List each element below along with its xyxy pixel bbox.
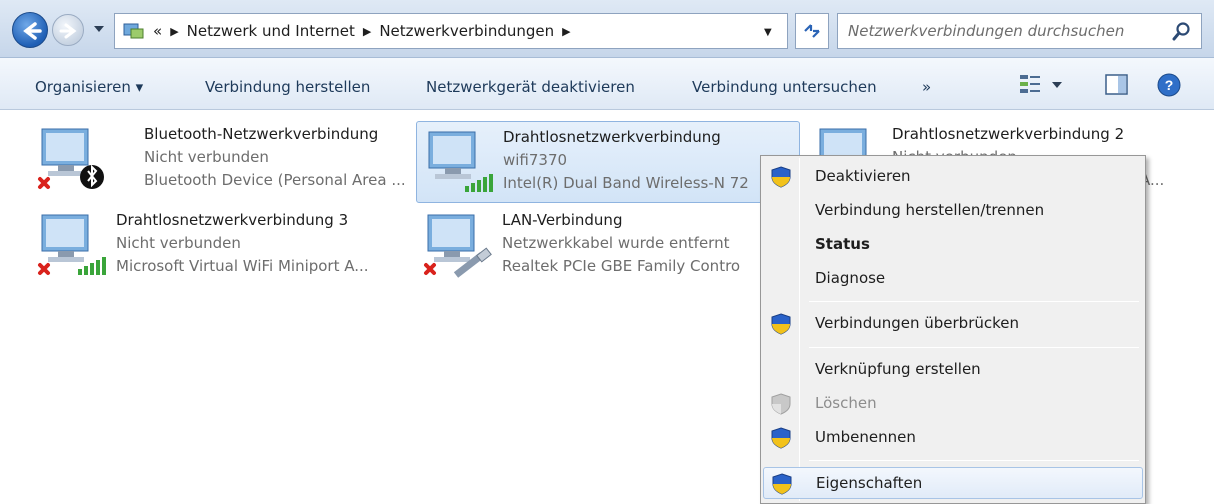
menu-separator (809, 301, 1139, 302)
forward-button[interactable] (52, 14, 84, 46)
breadcrumb-separator-icon[interactable]: ▶ (170, 25, 178, 38)
help-icon[interactable]: ? (1156, 72, 1182, 98)
context-menu: Deaktivieren Verbindung herstellen/trenn… (760, 155, 1146, 504)
menu-separator (809, 460, 1139, 461)
connection-status: wifi7370 (503, 151, 568, 169)
organize-button[interactable]: Organisieren ▾ (35, 78, 143, 96)
connection-device: Bluetooth Device (Personal Area ... (144, 171, 406, 189)
menu-item-label: Verbindung herstellen/trennen (815, 201, 1045, 219)
menu-item-status[interactable]: Status (763, 229, 1143, 261)
menu-item-umbenennen[interactable]: Umbenennen (763, 422, 1143, 454)
disable-device-button[interactable]: Netzwerkgerät deaktivieren (426, 78, 635, 96)
forward-arrow-icon (59, 23, 77, 39)
connection-device: Microsoft Virtual WiFi Miniport A... (116, 257, 369, 275)
command-bar: Organisieren ▾ Verbindung herstellen Net… (0, 58, 1214, 110)
menu-item-label: Diagnose (815, 269, 886, 287)
view-options-icon[interactable] (1018, 72, 1070, 98)
breadcrumb-network-connections[interactable]: Netzwerkverbindungen (379, 22, 554, 40)
menu-item-label: Löschen (815, 394, 877, 412)
connection-status: Nicht verbunden (116, 234, 241, 252)
connection-device: Intel(R) Dual Band Wireless-N 72 (503, 174, 749, 192)
search-input[interactable]: Netzwerkverbindungen durchsuchen (837, 13, 1202, 49)
uac-shield-icon (771, 427, 791, 449)
uac-shield-icon (771, 166, 791, 188)
menu-item-label: Verknüpfung erstellen (815, 360, 981, 378)
menu-item-label: Verbindungen überbrücken (815, 314, 1020, 332)
menu-item-label: Status (815, 235, 870, 253)
back-button[interactable] (12, 12, 48, 48)
menu-item-label: Eigenschaften (816, 474, 923, 492)
connection-name: Bluetooth-Netzwerkverbindung (144, 125, 379, 143)
breadcrumb-separator-icon[interactable]: ▶ (363, 25, 371, 38)
uac-shield-icon (771, 393, 791, 415)
connection-name: Drahtlosnetzwerkverbindung 2 (892, 125, 1125, 143)
bluetooth-adapter-icon (38, 128, 104, 189)
search-icon[interactable] (1171, 20, 1193, 42)
connect-button[interactable]: Verbindung herstellen (205, 78, 370, 96)
refresh-button[interactable] (795, 13, 829, 49)
connection-device: Realtek PCIe GBE Family Contro (502, 257, 741, 275)
menu-item-verbinden-trennen[interactable]: Verbindung herstellen/trennen (763, 195, 1143, 227)
search-placeholder: Netzwerkverbindungen durchsuchen (848, 22, 1125, 40)
control-panel-icon (123, 23, 144, 39)
connection-status: Nicht verbunden (144, 148, 269, 166)
more-commands-button[interactable]: » (922, 78, 931, 96)
menu-separator (809, 347, 1139, 348)
menu-item-verknuepfung[interactable]: Verknüpfung erstellen (763, 354, 1143, 386)
breadcrumb-separator-icon[interactable]: ▶ (562, 25, 570, 38)
history-dropdown-icon[interactable] (92, 24, 106, 34)
menu-item-bruecken[interactable]: Verbindungen überbrücken (763, 308, 1143, 340)
connection-name: LAN-Verbindung (502, 211, 623, 229)
ethernet-adapter-icon (424, 214, 492, 278)
connection-item-wlan-3[interactable]: Drahtlosnetzwerkverbindung 3 Nicht verbu… (30, 205, 414, 287)
wireless-adapter-icon (38, 214, 106, 275)
breadcrumb[interactable]: « ▶ Netzwerk und Internet ▶ Netzwerkverb… (114, 13, 788, 49)
menu-item-label: Deaktivieren (815, 167, 911, 185)
preview-pane-icon[interactable] (1104, 72, 1130, 98)
uac-shield-icon (771, 313, 791, 335)
menu-item-loeschen: Löschen (763, 388, 1143, 420)
diagnose-button[interactable]: Verbindung untersuchen (692, 78, 877, 96)
connection-name: Drahtlosnetzwerkverbindung (503, 128, 721, 146)
address-bar: « ▶ Netzwerk und Internet ▶ Netzwerkverb… (0, 0, 1214, 58)
address-dropdown-icon[interactable]: ▼ (764, 27, 772, 38)
refresh-icon (804, 24, 820, 38)
connection-name: Drahtlosnetzwerkverbindung 3 (116, 211, 349, 229)
svg-text:?: ? (1165, 77, 1174, 93)
wireless-adapter-icon (428, 131, 493, 192)
menu-item-deaktivieren[interactable]: Deaktivieren (763, 161, 1143, 193)
connection-item-wlan[interactable]: Drahtlosnetzwerkverbindung wifi7370 Inte… (416, 121, 800, 203)
connection-status: Netzwerkkabel wurde entfernt (502, 234, 730, 252)
breadcrumb-overflow[interactable]: « (153, 22, 162, 40)
menu-item-eigenschaften[interactable]: Eigenschaften (763, 467, 1143, 499)
uac-shield-icon (772, 473, 792, 495)
connection-item-bluetooth[interactable]: Bluetooth-Netzwerkverbindung Nicht verbu… (30, 119, 414, 201)
menu-item-label: Umbenennen (815, 428, 916, 446)
breadcrumb-network-internet[interactable]: Netzwerk und Internet (187, 22, 355, 40)
menu-item-diagnose[interactable]: Diagnose (763, 263, 1143, 295)
back-arrow-icon (23, 22, 42, 40)
connection-item-lan[interactable]: LAN-Verbindung Netzwerkkabel wurde entfe… (416, 205, 800, 287)
